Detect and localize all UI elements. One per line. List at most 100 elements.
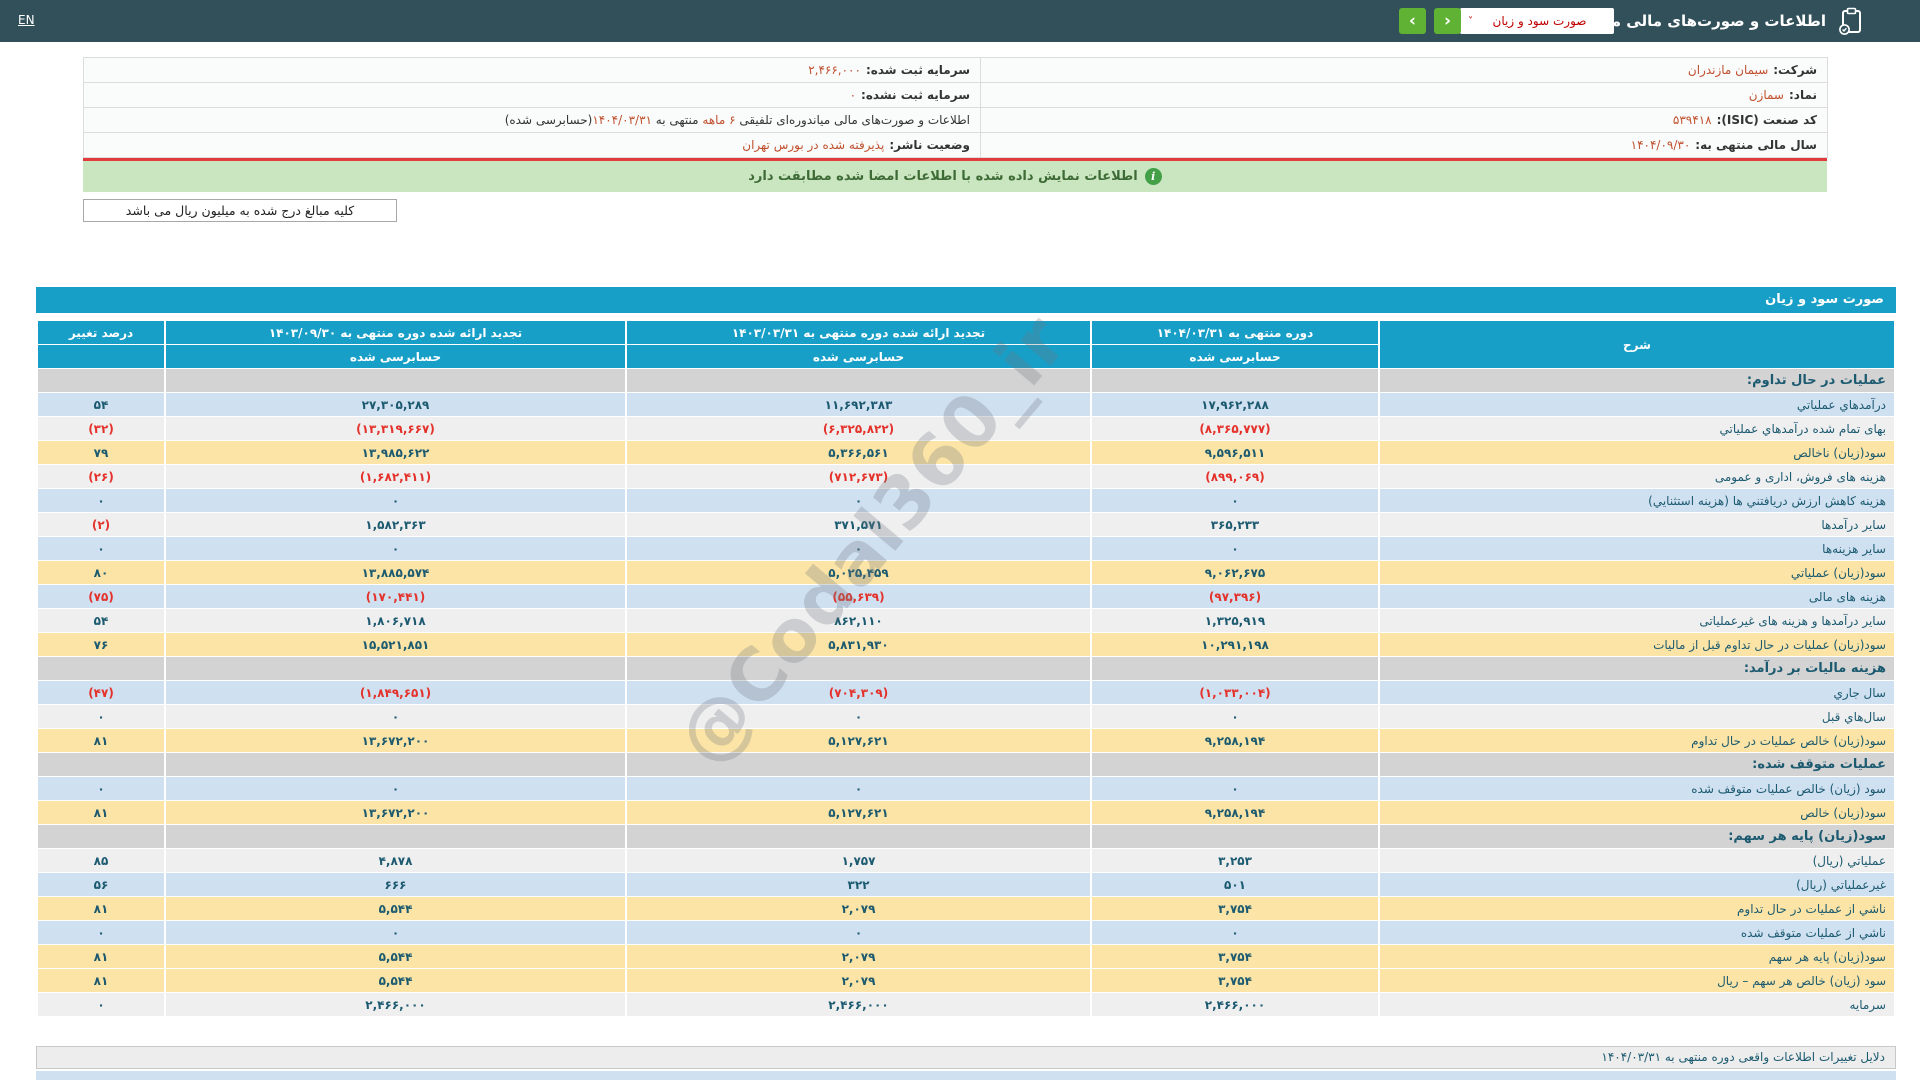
value-cell-current: ۰ [1092, 489, 1378, 512]
company-info-table: شرکت:سیمان مازندرانسرمایه ثبت شده:۲,۴۶۶,… [83, 57, 1828, 158]
company-info-cell: کد صنعت (ISIC):۵۳۹۴۱۸ [981, 108, 1828, 133]
statement-row: سود(زیان) ناخالص۹,۵۹۶,۵۱۱۵,۳۶۶,۵۶۱۱۳,۹۸۵… [38, 441, 1894, 464]
value-cell-restated-quarter: ۲,۰۷۹ [627, 969, 1090, 992]
section-empty-cell [1092, 825, 1378, 848]
statement-select-dropdown[interactable]: صورت سود و زیان ˅ [1460, 8, 1614, 34]
currency-unit-note: کلیه مبالغ درج شده به میلیون ریال می باش… [83, 199, 397, 222]
value-cell-restated-year: ۱۵,۵۲۱,۸۵۱ [166, 633, 625, 656]
value-cell-restated-quarter: ۲,۴۶۶,۰۰۰ [627, 993, 1090, 1016]
statement-row: هزینه های مالی(۹۷,۳۹۶)(۵۵,۶۳۹)(۱۷۰,۴۴۱)(… [38, 585, 1894, 608]
percent-change-cell: ۷۹ [38, 441, 164, 464]
value-cell-restated-quarter: ۰ [627, 537, 1090, 560]
section-empty-cell [166, 825, 625, 848]
row-label: هزینه کاهش ارزش دریافتني ها (هزینه استثن… [1380, 489, 1894, 512]
section-label: هزینه مالیات بر درآمد: [1380, 657, 1894, 680]
row-label: سایر درآمدها [1380, 513, 1894, 536]
report-clipboard-icon[interactable] [1838, 7, 1864, 35]
section-header-row: عملیات متوقف شده: [38, 753, 1894, 776]
company-info-cell: سرمایه ثبت شده:۲,۴۶۶,۰۰۰ [84, 58, 981, 83]
info-label: سرمایه ثبت نشده: [861, 88, 970, 102]
statement-row: سود (زیان) خالص هر سهم – ریال۳,۷۵۴۲,۰۷۹۵… [38, 969, 1894, 992]
value-cell-restated-quarter: ۵,۱۲۷,۶۲۱ [627, 729, 1090, 752]
section-label: عملیات در حال تداوم: [1380, 369, 1894, 392]
row-label: سایر هزینه‌ها [1380, 537, 1894, 560]
income-statement-section: صورت سود و زیان شرح دوره منتهی به ۱۴۰۴/۰… [36, 287, 1896, 1017]
row-label: سود(زیان) پایه هر سهم [1380, 945, 1894, 968]
value-cell-restated-year: ۱,۸۰۶,۷۱۸ [166, 609, 625, 632]
percent-change-cell: (۷۵) [38, 585, 164, 608]
info-value: سیمان مازندران [1688, 63, 1773, 77]
income-statement-table: شرح دوره منتهی به ۱۴۰۴/۰۳/۳۱ تجدید ارائه… [36, 320, 1896, 1017]
section-empty-cell [1092, 753, 1378, 776]
percent-change-cell: ۵۴ [38, 393, 164, 416]
info-label: نماد: [1789, 88, 1817, 102]
value-cell-current: ۱,۳۲۵,۹۱۹ [1092, 609, 1378, 632]
percent-change-cell: ۸۱ [38, 897, 164, 920]
value-cell-current: ۰ [1092, 777, 1378, 800]
value-cell-restated-year: (۱۳,۳۱۹,۶۶۷) [166, 417, 625, 440]
statement-row: سود(زیان) پایه هر سهم۳,۷۵۴۲,۰۷۹۵,۵۴۴۸۱ [38, 945, 1894, 968]
statement-row: سود(زیان) عملیاتي۹,۰۶۲,۶۷۵۵,۰۲۵,۴۵۹۱۳,۸۸… [38, 561, 1894, 584]
section-empty-cell [38, 369, 164, 392]
section-header-row: سود(زیان) پایه هر سهم: [38, 825, 1894, 848]
value-cell-restated-quarter: ۰ [627, 705, 1090, 728]
statement-row: غیرعملیاتي (ریال)۵۰۱۳۲۲۶۶۶۵۶ [38, 873, 1894, 896]
value-cell-current: (۹۷,۳۹۶) [1092, 585, 1378, 608]
company-info-cell: اطلاعات و صورت‌های مالی میاندوره‌ای تلفی… [84, 108, 981, 133]
value-cell-restated-quarter: ۱۱,۶۹۲,۳۸۳ [627, 393, 1090, 416]
column-header-current-period: دوره منتهی به ۱۴۰۴/۰۳/۳۱ [1092, 321, 1378, 344]
info-icon: i [1145, 168, 1162, 185]
statement-row: سود (زیان) خالص عملیات متوقف شده۰۰۰۰ [38, 777, 1894, 800]
statement-row: سال‌هاي قبل۰۰۰۰ [38, 705, 1894, 728]
language-toggle-en[interactable]: EN [18, 13, 35, 27]
value-cell-restated-year: ۱۳,۶۷۲,۲۰۰ [166, 801, 625, 824]
top-header-bar: EN اطلاعات و صورت‌های مالی میاندوره‌ای ت… [0, 0, 1920, 42]
company-info-row: شرکت:سیمان مازندرانسرمایه ثبت شده:۲,۴۶۶,… [84, 58, 1828, 83]
value-cell-current: ۳,۷۵۴ [1092, 945, 1378, 968]
row-label: سود (زیان) خالص عملیات متوقف شده [1380, 777, 1894, 800]
section-empty-cell [627, 657, 1090, 680]
statement-row: سال جاري(۱,۰۳۳,۰۰۴)(۷۰۴,۳۰۹)(۱,۸۴۹,۶۵۱)(… [38, 681, 1894, 704]
value-cell-restated-year: ۱۳,۸۸۵,۵۷۴ [166, 561, 625, 584]
value-cell-restated-quarter: (۷۱۲,۶۷۳) [627, 465, 1090, 488]
value-cell-restated-quarter: ۵,۰۲۵,۴۵۹ [627, 561, 1090, 584]
statement-row: هزینه های فروش، اداری و عمومی(۸۹۹,۰۶۹)(۷… [38, 465, 1894, 488]
section-empty-cell [38, 825, 164, 848]
value-cell-current: ۹,۰۶۲,۶۷۵ [1092, 561, 1378, 584]
footer-reasons-bar: دلایل تغییرات اطلاعات واقعی دوره منتهی ب… [36, 1046, 1896, 1069]
row-label: بهای تمام شده درآمدهاي عملياتي [1380, 417, 1894, 440]
notice-text: اطلاعات نمایش داده شده با اطلاعات امضا ش… [748, 169, 1138, 184]
value-cell-restated-quarter: ۳۷۱,۵۷۱ [627, 513, 1090, 536]
percent-change-cell: ۰ [38, 993, 164, 1016]
company-info-row: نماد:سمازنسرمایه ثبت نشده:۰ [84, 83, 1828, 108]
next-statement-button[interactable]: › [1434, 8, 1461, 34]
statement-row: سود(زیان) خالص۹,۲۵۸,۱۹۴۵,۱۲۷,۶۲۱۱۳,۶۷۲,۲… [38, 801, 1894, 824]
statement-select-value: صورت سود و زیان [1473, 14, 1606, 28]
statement-row: سایر درآمدها۳۶۵,۲۳۳۳۷۱,۵۷۱۱,۵۸۲,۳۶۳(۲) [38, 513, 1894, 536]
percent-change-cell: ۸۵ [38, 849, 164, 872]
value-cell-current: ۰ [1092, 537, 1378, 560]
row-label: ناشي از عملیات متوقف شده [1380, 921, 1894, 944]
info-text-segment: اطلاعات و صورت‌های مالی میاندوره‌ای تلفی… [736, 113, 970, 127]
value-cell-restated-year: (۱,۶۸۲,۴۱۱) [166, 465, 625, 488]
section-empty-cell [627, 825, 1090, 848]
section-empty-cell [38, 753, 164, 776]
statement-row: سرمایه۲,۴۶۶,۰۰۰۲,۴۶۶,۰۰۰۲,۴۶۶,۰۰۰۰ [38, 993, 1894, 1016]
company-info-cell: نماد:سمازن [981, 83, 1828, 108]
row-label: سود(زیان) ناخالص [1380, 441, 1894, 464]
percent-change-cell: (۳۲) [38, 417, 164, 440]
info-label: سال مالی منتهی به: [1695, 138, 1817, 152]
percent-change-cell: ۸۱ [38, 945, 164, 968]
percent-change-cell: ۸۱ [38, 801, 164, 824]
footer-cutoff-row [36, 1071, 1896, 1080]
section-empty-cell [1092, 369, 1378, 392]
company-info-row: کد صنعت (ISIC):۵۳۹۴۱۸ اطلاعات و صورت‌های … [84, 108, 1828, 133]
section-empty-cell [166, 369, 625, 392]
row-label: غیرعملیاتي (ریال) [1380, 873, 1894, 896]
previous-statement-button[interactable]: ‹ [1399, 8, 1426, 34]
statement-row: سود(زیان) عملیات در حال تداوم قبل از مال… [38, 633, 1894, 656]
value-cell-restated-quarter: (۵۵,۶۳۹) [627, 585, 1090, 608]
percent-change-cell: ۰ [38, 921, 164, 944]
value-cell-restated-year: ۰ [166, 489, 625, 512]
value-cell-restated-quarter: ۰ [627, 777, 1090, 800]
